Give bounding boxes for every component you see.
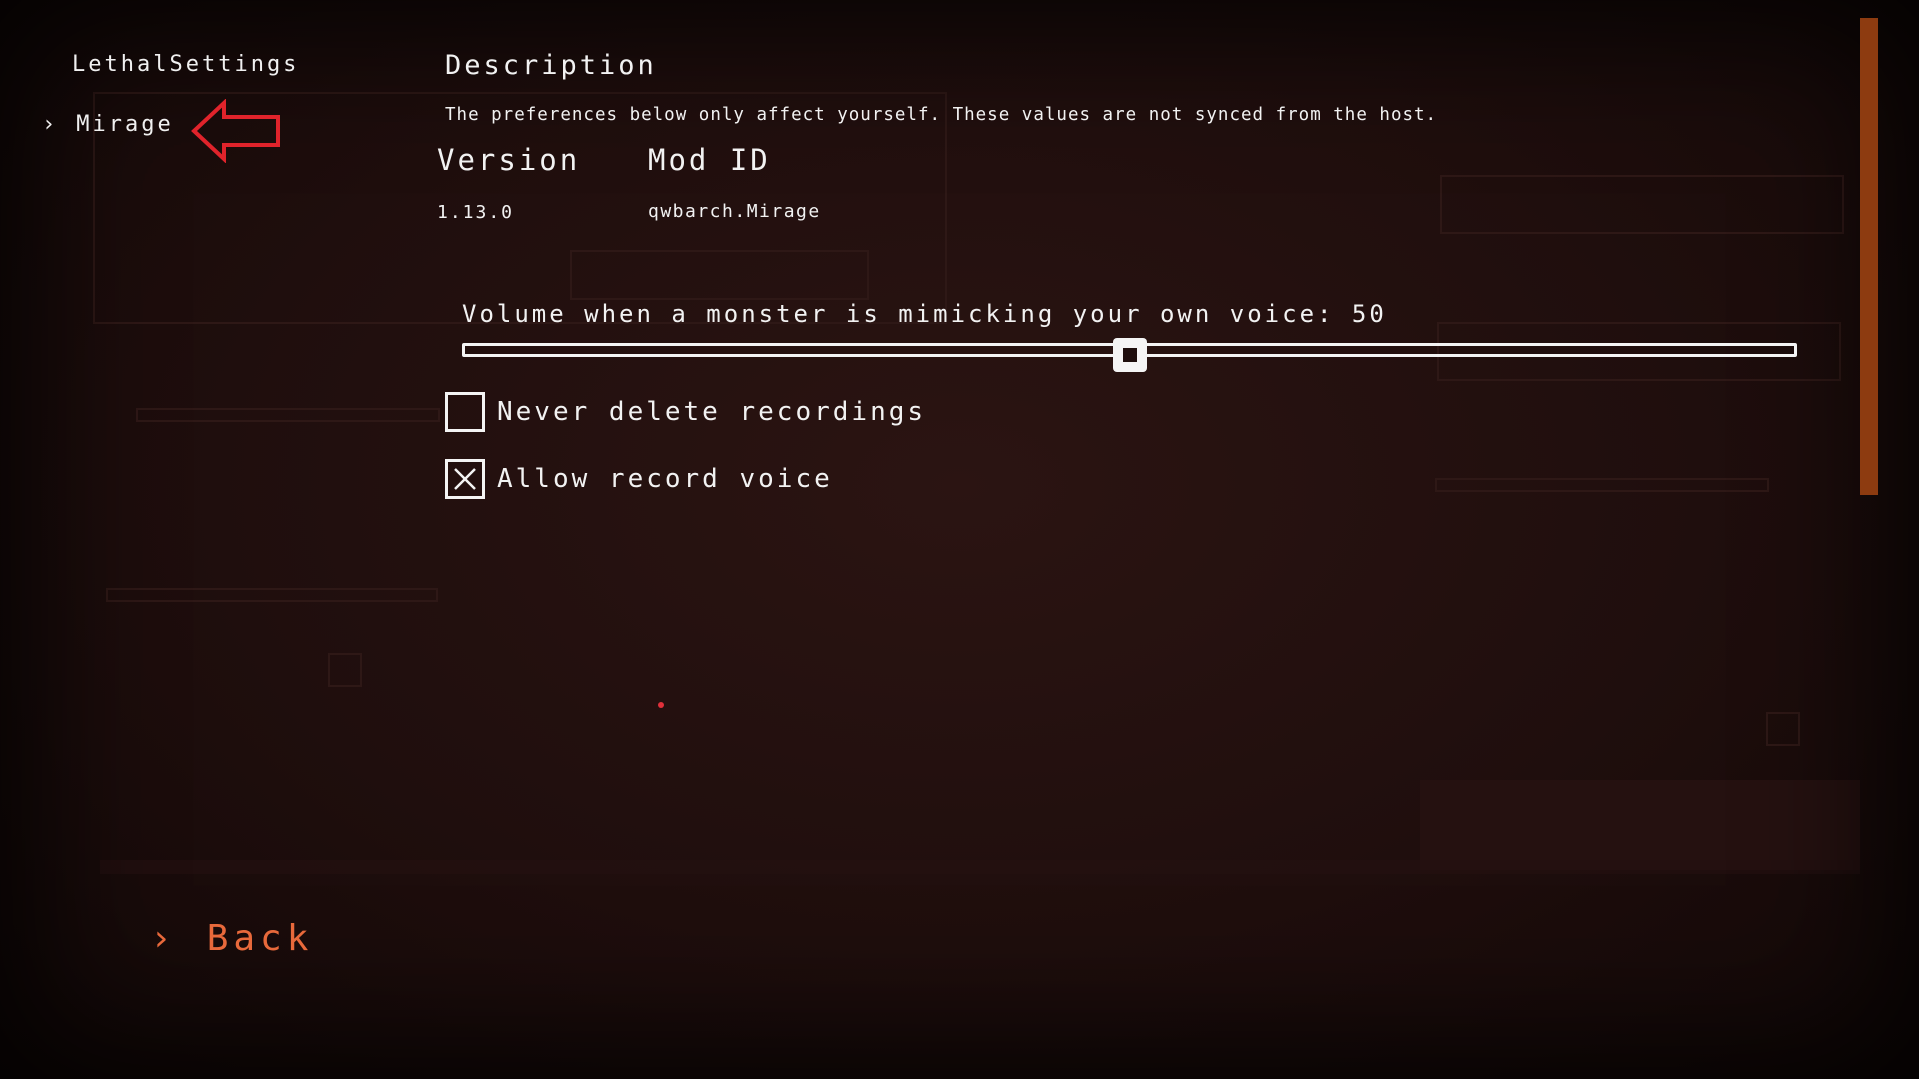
nav-item-label: Mirage: [76, 112, 174, 137]
nav-item-mirage[interactable]: › Mirage: [42, 112, 174, 137]
description-title: Description: [445, 50, 657, 81]
never-delete-recordings-option[interactable]: Never delete recordings: [445, 392, 926, 432]
never-delete-recordings-label: Never delete recordings: [497, 397, 927, 427]
volume-slider-label: Volume when a monster is mimicking your …: [462, 300, 1387, 328]
bg-mode-button: [570, 250, 869, 300]
allow-record-voice-checkbox[interactable]: [445, 459, 485, 499]
bg-sensitivity-slider: [106, 588, 438, 602]
modid-value: qwbarch.Mirage: [648, 201, 821, 222]
version-heading: Version: [437, 143, 581, 177]
volume-slider-handle[interactable]: [1112, 338, 1147, 372]
modid-heading: Mod ID: [648, 143, 771, 177]
check-x-icon: [454, 468, 476, 490]
bg-invert-checkbox: [328, 653, 362, 687]
scrollbar-thumb[interactable]: [1860, 18, 1878, 495]
chevron-right-icon: ›: [42, 112, 59, 137]
back-label: Back: [206, 918, 314, 959]
bg-framerate-dropdown: [1440, 175, 1844, 234]
cursor-dot: [658, 702, 664, 708]
never-delete-recordings-checkbox[interactable]: [445, 392, 485, 432]
allow-record-voice-label: Allow record voice: [497, 464, 833, 494]
description-text: The preferences below only affect yourse…: [445, 105, 1438, 125]
back-button[interactable]: › Back: [150, 918, 313, 959]
bg-mod-settings-panel: [1420, 780, 1860, 870]
annotation-arrow-icon: [191, 99, 280, 163]
allow-record-voice-option[interactable]: Allow record voice: [445, 459, 833, 499]
bg-volume-slider: [136, 408, 440, 422]
nav-title: LethalSettings: [72, 52, 300, 77]
bg-arachnophobia-checkbox: [1766, 712, 1800, 746]
bg-gamma-slider: [1435, 478, 1769, 492]
chevron-right-icon: ›: [150, 918, 177, 959]
version-value: 1.13.0: [437, 202, 515, 223]
bg-confirm-band: [100, 860, 1860, 874]
